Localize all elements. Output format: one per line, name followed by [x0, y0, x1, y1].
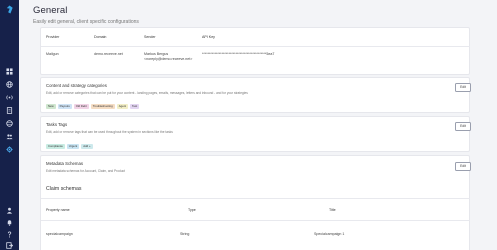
dashboard-icon[interactable]: [6, 68, 13, 75]
globe-icon[interactable]: [6, 81, 13, 88]
settings-globe-icon[interactable]: [6, 120, 13, 127]
user-icon[interactable]: [6, 207, 13, 214]
tag-agent[interactable]: Agent: [116, 104, 129, 109]
tasks-tag-list: Compliance Urgent Add +: [46, 144, 93, 149]
content-categories-description: Edit, add or remove categories that can …: [46, 91, 248, 95]
column-header-title: Title: [329, 208, 336, 212]
logout-icon[interactable]: [6, 242, 13, 249]
tag-test[interactable]: Test: [130, 104, 140, 109]
edit-tasks-tags-button[interactable]: Edit: [455, 122, 471, 131]
title-cell: Specialcampaign 1: [314, 232, 345, 236]
content-categories-title: Content and strategy categories: [46, 83, 107, 88]
sidebar: [0, 0, 19, 250]
page-header: General Easily edit general, client spec…: [33, 5, 139, 25]
type-cell: String: [180, 232, 190, 236]
column-header-domain: Domain: [94, 35, 107, 39]
logo-icon[interactable]: [5, 5, 14, 14]
sender-email-cell: <noreply@demo.receeve.net>: [144, 57, 193, 61]
column-header-type: Type: [188, 208, 196, 212]
column-header-property-name: Property name: [46, 208, 70, 212]
broadcast-icon[interactable]: [6, 94, 13, 101]
domain-cell: demo.receeve.net: [94, 52, 123, 56]
add-tag-button[interactable]: Add +: [81, 144, 93, 149]
column-header-api-key: API Key: [202, 35, 215, 39]
edit-categories-button[interactable]: Edit: [455, 83, 471, 92]
edit-metadata-button[interactable]: Edit: [455, 162, 471, 171]
page-title: General: [33, 5, 68, 16]
content-category-tags: New Payouts Old Debt Troubleshooting Age…: [46, 104, 140, 109]
claim-schemas-title: Claim schemas: [46, 186, 82, 192]
tag-payouts[interactable]: Payouts: [57, 104, 72, 109]
help-icon[interactable]: [6, 231, 13, 238]
tag-troubleshooting[interactable]: Troubleshooting: [90, 104, 115, 109]
tag-old-debt[interactable]: Old Debt: [73, 104, 89, 109]
property-name-cell: specialcampaign: [46, 232, 73, 236]
tag-compliance[interactable]: Compliance: [46, 144, 65, 149]
api-key-cell: ****************************************…: [202, 52, 275, 56]
tasks-tags-card: [40, 116, 470, 152]
column-header-provider: Provider: [46, 35, 60, 39]
metadata-schemas-title: Metadata Schemas: [46, 161, 84, 166]
column-header-sender: Sender: [144, 35, 156, 39]
table-divider: [41, 46, 470, 47]
tasks-tags-description: Edit, add or remove tags that can be use…: [46, 130, 173, 134]
gear-icon[interactable]: [6, 146, 13, 153]
schema-divider-top: [41, 198, 470, 199]
document-icon[interactable]: [6, 107, 13, 114]
provider-cell: Mailgun: [46, 52, 59, 56]
tag-urgent[interactable]: Urgent: [66, 144, 80, 149]
tasks-tags-title: Tasks Tags: [46, 122, 68, 127]
metadata-schemas-description: Edit metadata schemas for Account, Claim…: [46, 169, 126, 173]
users-icon[interactable]: [6, 133, 13, 140]
bell-icon[interactable]: [6, 219, 13, 226]
page-subtitle: Easily edit general, client specific con…: [33, 19, 139, 25]
tag-new[interactable]: New: [46, 104, 56, 109]
schema-divider-header: [41, 220, 470, 221]
